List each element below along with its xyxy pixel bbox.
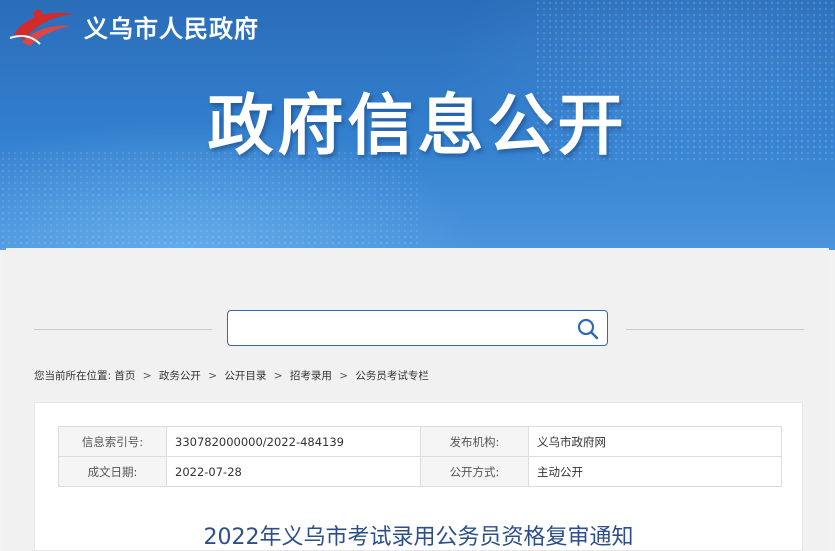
site-name: 义乌市人民政府 [84, 14, 259, 43]
document-card: 信息索引号: 330782000000/2022-484139 发布机构: 义乌… [34, 402, 803, 551]
publisher-value: 义乌市政府网 [528, 426, 782, 457]
yiwu-city-emblem-icon [8, 4, 80, 48]
date-value: 2022-07-28 [166, 456, 421, 487]
page-heading: 政府信息公开 [207, 87, 628, 164]
breadcrumb-item-home[interactable]: 首页 [114, 370, 135, 382]
disclosure-value: 主动公开 [528, 456, 782, 487]
breadcrumb-item-recruitment[interactable]: 招考录用 [290, 370, 332, 382]
breadcrumb-item-gov-affairs[interactable]: 政务公开 [159, 370, 201, 382]
metadata-table: 信息索引号: 330782000000/2022-484139 发布机构: 义乌… [58, 426, 782, 487]
divider-left [34, 329, 212, 330]
search-box [227, 310, 608, 346]
divider-right [626, 329, 804, 330]
index-value: 330782000000/2022-484139 [166, 426, 421, 457]
main-panel: 您当前所在位置: 首页 > 政务公开 > 公开目录 > 招考录用 > 公务员考试… [6, 248, 829, 551]
search-icon [577, 318, 599, 340]
document-title: 2022年义乌市考试录用公务员资格复审通知 [203, 525, 634, 550]
table-row: 信息索引号: 330782000000/2022-484139 发布机构: 义乌… [58, 426, 782, 457]
table-row: 成文日期: 2022-07-28 公开方式: 主动公开 [58, 456, 782, 487]
breadcrumb-separator: > [208, 370, 218, 382]
breadcrumb-separator: > [273, 370, 283, 382]
breadcrumb-separator: > [339, 370, 349, 382]
breadcrumb-item-catalog[interactable]: 公开目录 [224, 370, 266, 382]
date-label: 成文日期: [58, 456, 167, 487]
index-label: 信息索引号: [58, 426, 167, 457]
breadcrumb-separator: > [142, 370, 152, 382]
site-logo-link[interactable]: 义乌市人民政府 [8, 4, 259, 48]
publisher-label: 发布机构: [420, 426, 529, 457]
breadcrumb: 您当前所在位置: 首页 > 政务公开 > 公开目录 > 招考录用 > 公务员考试… [34, 368, 429, 383]
breadcrumb-item-civil-service-exam[interactable]: 公务员考试专栏 [355, 370, 429, 382]
search-input[interactable] [236, 317, 560, 341]
search-button[interactable] [575, 316, 601, 342]
header-banner: 义乌市人民政府 政府信息公开 [0, 0, 835, 250]
search-row [34, 310, 804, 350]
breadcrumb-prefix: 您当前所在位置: [34, 370, 112, 382]
disclosure-label: 公开方式: [420, 456, 529, 487]
